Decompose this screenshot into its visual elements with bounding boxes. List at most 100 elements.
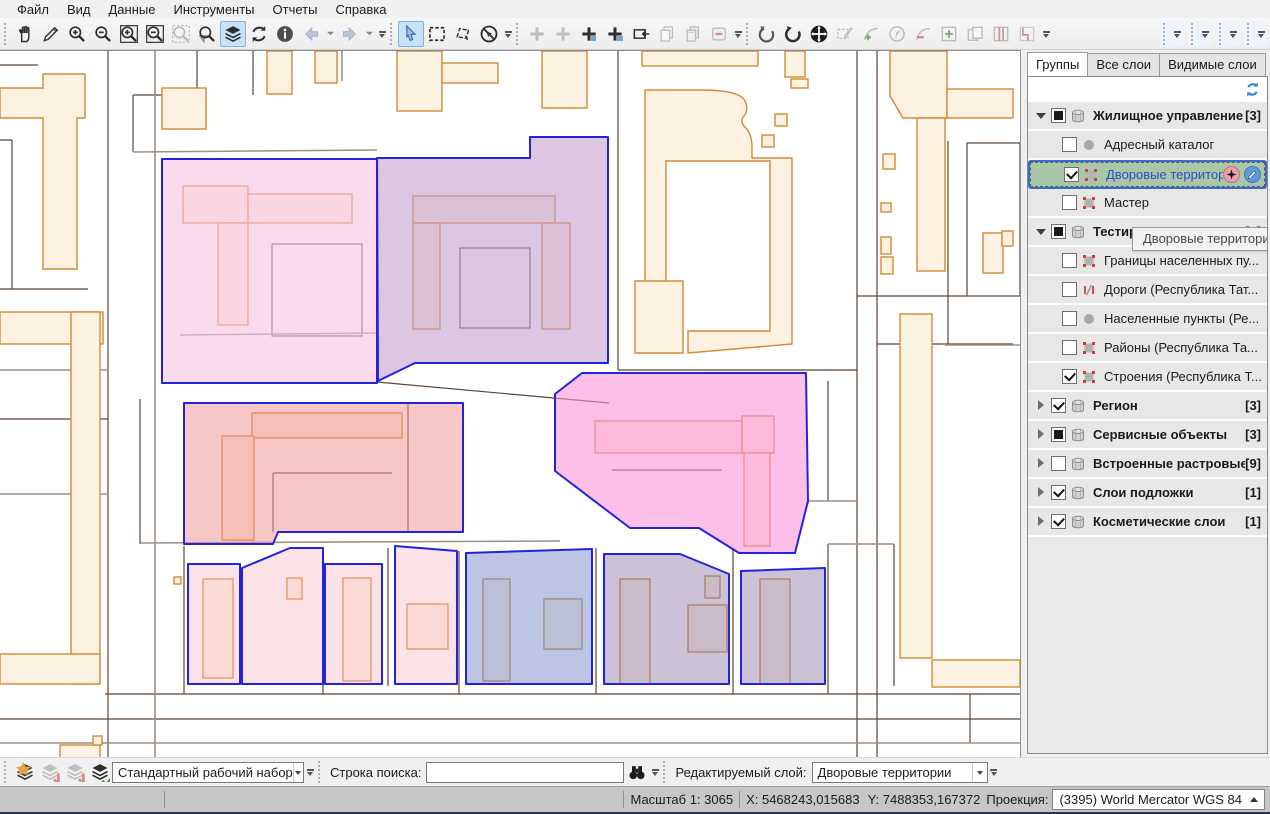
- courtyard-polygon[interactable]: [242, 548, 323, 684]
- courtyard-polygon[interactable]: [395, 546, 457, 684]
- clear-selection-button[interactable]: [476, 21, 502, 47]
- layer-checkbox[interactable]: [1062, 195, 1077, 210]
- layer-group-row[interactable]: Косметические слои [1]: [1028, 508, 1267, 537]
- layer-checkbox[interactable]: [1051, 224, 1066, 239]
- layer-checkbox[interactable]: [1051, 456, 1066, 471]
- menu-view[interactable]: Вид: [58, 1, 100, 18]
- workspace-export-button[interactable]: [37, 760, 62, 785]
- courtyard-polygon[interactable]: [184, 403, 463, 544]
- courtyard-polygon[interactable]: [162, 159, 377, 383]
- collapsed-toolbar[interactable]: [1216, 21, 1240, 47]
- expander-icon[interactable]: [1034, 456, 1049, 471]
- workspace-combobox[interactable]: Стандартный рабочий набор: [112, 762, 304, 783]
- menu-data[interactable]: Данные: [100, 1, 165, 18]
- snap-badge-icon[interactable]: [1223, 166, 1240, 183]
- layer-row[interactable]: Строения (Республика Т...: [1028, 363, 1267, 392]
- layer-group-row[interactable]: Регион [3]: [1028, 392, 1267, 421]
- toolbar-grip[interactable]: [516, 23, 521, 45]
- layer-row[interactable]: Районы (Республика Та...: [1028, 334, 1267, 363]
- tab-all-layers[interactable]: Все слои: [1087, 53, 1160, 76]
- add-object-node-button[interactable]: [550, 21, 576, 47]
- remove-vertex-button[interactable]: [910, 21, 936, 47]
- layer-checkbox[interactable]: [1064, 167, 1079, 182]
- courtyard-polygon[interactable]: [466, 549, 592, 684]
- select-rect-button[interactable]: [424, 21, 450, 47]
- menu-tools[interactable]: Инструменты: [164, 1, 263, 18]
- layer-checkbox[interactable]: [1051, 485, 1066, 500]
- select-polygon-button[interactable]: [450, 21, 476, 47]
- paste-object-button[interactable]: [680, 21, 706, 47]
- courtyard-polygon[interactable]: [377, 137, 608, 381]
- workspace-import-button[interactable]: [62, 760, 87, 785]
- layer-checkbox[interactable]: [1051, 427, 1066, 442]
- undo-all-button[interactable]: [754, 21, 780, 47]
- layer-row[interactable]: Границы населенных пу...: [1028, 247, 1267, 276]
- courtyard-polygon[interactable]: [604, 554, 729, 684]
- toolbar-overflow-button[interactable]: [732, 23, 744, 45]
- menu-reports[interactable]: Отчеты: [264, 1, 327, 18]
- toolbar-overflow-button[interactable]: [1040, 23, 1052, 45]
- expander-icon[interactable]: [1034, 427, 1049, 442]
- pan-tool-button[interactable]: [12, 21, 38, 47]
- layer-group-row[interactable]: Встроенные растровые с... [9]: [1028, 450, 1267, 479]
- menu-help[interactable]: Справка: [326, 1, 395, 18]
- layer-checkbox[interactable]: [1051, 108, 1066, 123]
- layer-checkbox[interactable]: [1051, 398, 1066, 413]
- collapsed-toolbar[interactable]: [1188, 21, 1212, 47]
- add-vertex-button[interactable]: [858, 21, 884, 47]
- collapsed-toolbar[interactable]: [1244, 21, 1268, 47]
- tab-visible-layers[interactable]: Видимые слои: [1159, 53, 1266, 76]
- toolbar-grip[interactable]: [663, 761, 668, 783]
- courtyard-polygon[interactable]: [741, 568, 825, 684]
- object-info-button[interactable]: [272, 21, 298, 47]
- layer-row[interactable]: Мастер: [1028, 189, 1267, 218]
- group-copy-button[interactable]: [962, 21, 988, 47]
- toolbar-grip[interactable]: [746, 23, 751, 45]
- select-tool-button[interactable]: [398, 21, 424, 47]
- toolbar-overflow-button[interactable]: [304, 761, 316, 783]
- expander-icon[interactable]: [1034, 485, 1049, 500]
- layer-checkbox[interactable]: [1062, 137, 1077, 152]
- toolbar-overflow-button[interactable]: [649, 761, 661, 783]
- nav-forward-button[interactable]: [337, 21, 363, 47]
- tab-groups[interactable]: Группы: [1027, 52, 1088, 76]
- toolbar-overflow-button[interactable]: [376, 23, 388, 45]
- menu-file[interactable]: Файл: [8, 1, 58, 18]
- undo-button[interactable]: [780, 21, 806, 47]
- layer-checkbox[interactable]: [1062, 282, 1077, 297]
- layer-row[interactable]: Дороги (Республика Тат...: [1028, 276, 1267, 305]
- layer-checkbox[interactable]: [1062, 253, 1077, 268]
- move-objects-button[interactable]: [806, 21, 832, 47]
- layer-row-selected[interactable]: Дворовые территор...: [1028, 160, 1267, 189]
- zoom-out-rect-button[interactable]: [142, 21, 168, 47]
- layer-row[interactable]: Адресный каталог: [1028, 131, 1267, 160]
- editable-layer-combobox[interactable]: Дворовые территории: [812, 762, 988, 783]
- refresh-tree-icon[interactable]: [1244, 81, 1261, 98]
- collapsed-toolbar[interactable]: [1160, 21, 1184, 47]
- workspace-apply-button[interactable]: [87, 760, 112, 785]
- courtyard-polygon[interactable]: [188, 564, 240, 684]
- add-object-xy-button[interactable]: [602, 21, 628, 47]
- layer-group-row[interactable]: Жилищное управление [3]: [1028, 102, 1267, 131]
- expander-icon[interactable]: [1034, 398, 1049, 413]
- expander-icon[interactable]: [1034, 224, 1049, 239]
- toolbar-grip[interactable]: [390, 23, 395, 45]
- toolbar-grip[interactable]: [318, 761, 323, 783]
- layer-checkbox[interactable]: [1051, 514, 1066, 529]
- map-canvas[interactable]: [0, 51, 1020, 757]
- add-object-rect-button[interactable]: [576, 21, 602, 47]
- search-binoculars-button[interactable]: [624, 760, 649, 785]
- layer-row[interactable]: Населенные пункты (Ре...: [1028, 305, 1267, 334]
- copy-object-button[interactable]: [654, 21, 680, 47]
- refresh-map-button[interactable]: [246, 21, 272, 47]
- delete-object-button[interactable]: [706, 21, 732, 47]
- add-object-button[interactable]: [524, 21, 550, 47]
- toolbar-grip[interactable]: [4, 23, 9, 45]
- zoom-to-selection-button[interactable]: [168, 21, 194, 47]
- move-to-group-button[interactable]: [628, 21, 654, 47]
- group-outline-button[interactable]: [1014, 21, 1040, 47]
- toolbar-overflow-button[interactable]: [502, 23, 514, 45]
- courtyard-polygon[interactable]: [325, 564, 382, 684]
- rotate-object-button[interactable]: [884, 21, 910, 47]
- layer-checkbox[interactable]: [1062, 340, 1077, 355]
